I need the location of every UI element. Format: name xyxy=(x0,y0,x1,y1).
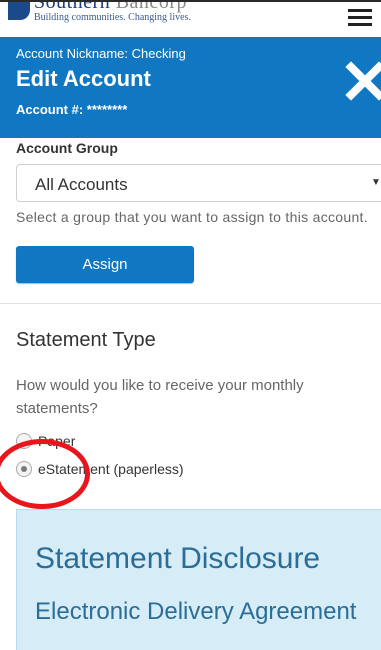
logo-tagline: Building communities. Changing lives. xyxy=(34,11,191,23)
radio-option-paper[interactable]: Paper xyxy=(16,430,75,452)
top-bar: Southern Bancorp Building communities. C… xyxy=(0,0,381,37)
statement-type-heading: Statement Type xyxy=(16,329,156,351)
logo-name-main: Southern xyxy=(34,0,111,13)
hamburger-menu-icon[interactable] xyxy=(348,9,372,27)
close-icon[interactable] xyxy=(345,61,381,101)
account-group-selected-value: All Accounts xyxy=(35,175,128,194)
logo-text: Southern Bancorp Building communities. C… xyxy=(34,0,191,23)
menu-line xyxy=(348,23,372,26)
page-title: Edit Account xyxy=(16,66,151,91)
caret-down-icon: ▼ xyxy=(371,177,381,188)
account-group-help-text: Select a group that you want to assign t… xyxy=(16,209,368,225)
logo-mark-icon xyxy=(8,2,30,20)
edit-account-header: Account Nickname: Checking Edit Account … xyxy=(0,37,381,138)
menu-line xyxy=(348,9,372,12)
disclosure-subtitle: Electronic Delivery Agreement xyxy=(35,598,357,625)
radio-button-selected[interactable] xyxy=(16,461,32,477)
radio-option-estatement[interactable]: eStatement (paperless) xyxy=(16,458,184,480)
disclosure-title: Statement Disclosure xyxy=(35,542,321,575)
logo-name: Southern Bancorp xyxy=(34,0,191,13)
radio-button[interactable] xyxy=(16,433,32,449)
account-group-select[interactable]: All Accounts ▼ xyxy=(16,164,381,202)
logo-name-soft: Bancorp xyxy=(115,0,187,13)
account-nickname: Account Nickname: Checking xyxy=(16,46,186,61)
radio-label: eStatement (paperless) xyxy=(38,461,184,477)
assign-button[interactable]: Assign xyxy=(16,246,194,283)
bank-logo[interactable]: Southern Bancorp Building communities. C… xyxy=(8,0,191,23)
account-number: Account #: ******** xyxy=(16,102,128,117)
statement-question: How would you like to receive your month… xyxy=(16,377,304,417)
menu-line xyxy=(348,16,372,19)
radio-label: Paper xyxy=(38,433,76,449)
statement-disclosure-panel: Statement Disclosure Electronic Delivery… xyxy=(16,509,381,650)
section-divider xyxy=(0,303,381,304)
account-group-label: Account Group xyxy=(16,140,118,156)
